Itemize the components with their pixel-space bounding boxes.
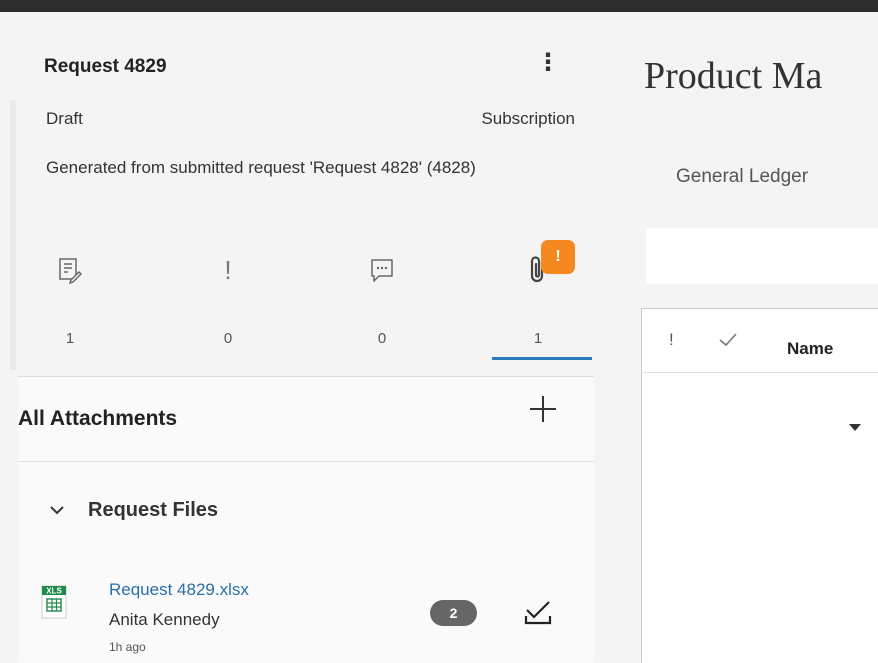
group-request-files[interactable]: Request Files	[50, 495, 218, 525]
add-attachment-button[interactable]	[523, 389, 563, 429]
file-timestamp: 1h ago	[109, 640, 146, 654]
group-label: Request Files	[88, 498, 219, 521]
version-count-badge[interactable]: 2	[430, 600, 477, 626]
file-uploader: Anita Kennedy	[109, 610, 220, 629]
excel-icon-label: XLS	[46, 587, 62, 596]
filter-bar[interactable]	[646, 228, 878, 284]
tab-properties-count: 1	[65, 330, 75, 347]
attachments-panel: All Attachments Request Files	[18, 376, 594, 663]
comment-icon	[352, 250, 412, 290]
check-tray-icon	[524, 601, 552, 625]
column-header-issues[interactable]: !	[669, 330, 674, 350]
tab-issues[interactable]: ! 0	[198, 250, 258, 348]
tab-issues-count: 0	[223, 330, 233, 347]
plus-icon	[530, 396, 556, 422]
divider	[18, 461, 594, 462]
more-actions-icon[interactable]: ⋮	[536, 51, 560, 75]
table-header-divider	[641, 372, 878, 373]
tab-general-ledger[interactable]: General Ledger	[676, 166, 808, 188]
tab-attachments-count: 1	[533, 330, 543, 347]
caret-down-icon[interactable]	[849, 424, 861, 431]
active-tab-indicator	[492, 357, 592, 360]
exclamation-icon: !	[224, 254, 232, 285]
attachments-title: All Attachments	[18, 407, 178, 430]
checkmark-icon[interactable]	[718, 332, 738, 348]
panel-edge	[10, 100, 16, 370]
request-status: Draft	[46, 109, 83, 128]
tab-comments[interactable]: 0	[352, 250, 412, 347]
file-name-link[interactable]: Request 4829.xlsx	[109, 580, 249, 600]
request-description: Generated from submitted request 'Reques…	[46, 158, 476, 177]
column-header-name[interactable]: Name	[787, 339, 833, 359]
request-type: Subscription	[481, 109, 575, 128]
tab-comments-count: 0	[377, 330, 387, 347]
page-title: Product Ma	[644, 55, 823, 97]
tab-properties[interactable]: 1	[40, 250, 100, 347]
mark-reviewed-button[interactable]	[522, 596, 554, 628]
attachment-alert-badge: !	[541, 240, 575, 274]
form-edit-icon	[40, 250, 100, 290]
top-border	[0, 0, 878, 12]
request-title: Request 4829	[44, 56, 167, 77]
chevron-down-icon	[50, 506, 64, 515]
excel-file-icon: XLS	[40, 585, 70, 621]
data-table	[641, 308, 878, 663]
